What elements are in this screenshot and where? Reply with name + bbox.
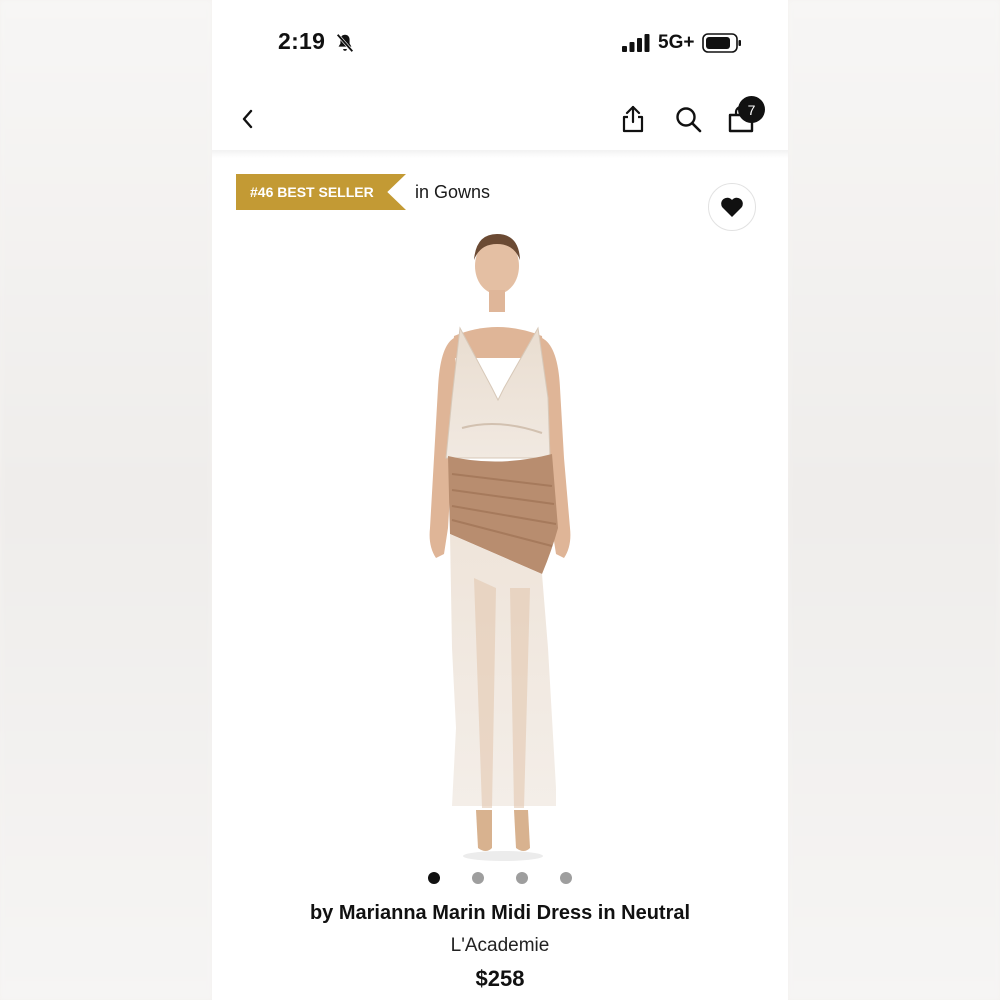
carousel-dot[interactable]	[428, 872, 440, 884]
battery-icon	[702, 33, 741, 53]
phone-screen: 2:19 5G+ 7 #46 BEST SELLER in Gowns by M…	[212, 0, 788, 1000]
back-button[interactable]	[226, 88, 270, 150]
cellular-signal-icon	[622, 34, 650, 52]
bell-muted-icon	[336, 33, 354, 53]
carousel-dot[interactable]	[472, 872, 484, 884]
best-seller-category[interactable]: in Gowns	[415, 182, 490, 203]
heart-icon	[721, 197, 743, 217]
status-bar: 2:19 5G+	[212, 0, 788, 80]
product-title: by Marianna Marin Midi Dress in Neutral	[309, 902, 691, 924]
carousel-dot[interactable]	[560, 872, 572, 884]
image-carousel-indicator	[212, 872, 788, 886]
carousel-dot[interactable]	[516, 872, 528, 884]
share-button[interactable]	[611, 88, 655, 150]
background-right	[788, 0, 1000, 1000]
chevron-left-icon	[242, 109, 253, 129]
nav-divider	[212, 150, 788, 158]
top-navigation	[212, 88, 788, 150]
search-button[interactable]	[666, 88, 710, 150]
product-brand[interactable]: L'Academie	[212, 935, 788, 957]
status-time: 2:19	[278, 28, 326, 54]
cart-count-badge: 7	[738, 96, 765, 123]
search-icon	[676, 107, 702, 133]
product-image[interactable]	[392, 228, 612, 868]
best-seller-badge[interactable]: #46 BEST SELLER	[236, 174, 406, 210]
favorite-button[interactable]	[708, 183, 756, 231]
network-type: 5G+	[658, 32, 695, 53]
background-left	[0, 0, 212, 1000]
share-icon	[622, 105, 644, 133]
product-price: $258	[475, 966, 525, 991]
